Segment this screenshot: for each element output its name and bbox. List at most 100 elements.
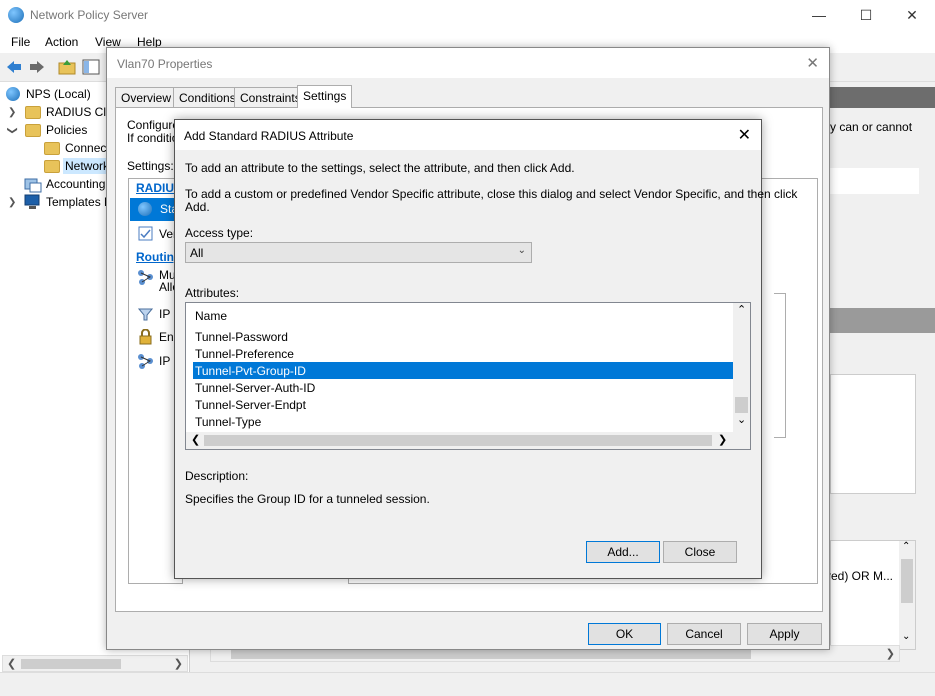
attributes-list[interactable]: Name Tunnel-Password Tunnel-Preference T… [185,302,751,450]
scroll-left-icon[interactable]: ❮ [7,657,16,670]
list-item-label: Tunnel-Preference [195,347,294,361]
list-item-label: Tunnel-Server-Endpt [195,398,306,412]
scroll-thumb[interactable] [901,559,913,603]
list-item-label: Tunnel-Type [195,415,262,429]
scroll-right-icon[interactable]: ❯ [886,647,895,660]
show-hide-tree-icon[interactable] [82,58,100,76]
up-folder-icon[interactable] [58,58,76,76]
close-button[interactable]: Close [663,541,737,563]
apply-button[interactable]: Apply [747,623,822,645]
settings-label: Settings: [127,159,174,173]
tab-constraints[interactable]: Constraints [234,87,307,107]
main-title-bar: Network Policy Server — ☐ ✕ [0,0,935,31]
list-item-label: Tunnel-Password [195,330,288,344]
tree-item-network-policies[interactable]: Network [63,158,112,174]
pane-header-bar [830,87,935,108]
tree-item-accounting[interactable]: Accounting [46,177,105,191]
list-item[interactable]: Tunnel-Server-Auth-ID [193,379,733,396]
add-radius-attribute-dialog: Add Standard RADIUS Attribute ✕ To add a… [174,119,797,579]
tree-item-templates[interactable]: Templates M [46,195,114,209]
scroll-right-icon[interactable]: ❯ [174,657,183,670]
add-button[interactable]: Add... [586,541,660,563]
list-item[interactable]: Tunnel-Preference [193,345,733,362]
main-window-title: Network Policy Server [30,8,149,22]
radius-standard-icon [138,202,152,216]
list-item[interactable]: Tunnel-Server-Endpt [193,396,733,413]
properties-title: Vlan70 Properties [117,57,213,71]
scroll-thumb[interactable] [231,649,751,659]
nps-app-icon [8,7,24,23]
scroll-down-icon[interactable]: ⌄ [737,413,746,426]
scroll-up-icon[interactable]: ⌃ [737,303,746,316]
scroll-thumb[interactable] [21,659,121,669]
list-item[interactable]: Tunnel-Password [193,328,733,345]
pane-detail-box [830,374,916,494]
scroll-right-icon[interactable]: ❯ [718,433,727,446]
scroll-up-icon[interactable]: ⌃ [902,541,910,552]
pane-condition-box: red) OR M... ⌃ ⌄ [827,540,916,650]
list-item-selected[interactable]: Tunnel-Pvt-Group-ID [193,362,733,379]
tab-conditions[interactable]: Conditions [173,87,242,107]
filter-funnel-icon [138,308,153,321]
list-item[interactable]: Tunnel-Type [193,413,733,430]
pane-section-bar [830,308,935,333]
access-type-value: All [190,246,204,260]
folder-icon [25,106,41,119]
collapse-chevron-icon[interactable]: ❯ [7,126,18,134]
access-type-select[interactable]: All ⌄ [185,242,532,263]
scroll-thumb[interactable] [204,435,712,446]
detail-frame [774,293,786,438]
cancel-button[interactable]: Cancel [667,623,741,645]
close-button[interactable]: ✕ [889,0,935,31]
attributes-horizontal-scrollbar[interactable]: ❮ ❯ [186,432,750,449]
forward-arrow-icon[interactable] [28,58,46,76]
minimize-button[interactable]: — [796,0,842,31]
multilink-icon [138,270,153,285]
tab-settings[interactable]: Settings [297,85,353,108]
scroll-thumb[interactable] [735,397,748,413]
ok-button[interactable]: OK [588,623,661,645]
menu-action[interactable]: Action [45,35,78,49]
accounting-icon [24,178,42,193]
vendor-instruction-text-2: Add. [185,200,210,214]
scroll-left-icon[interactable]: ❮ [191,433,200,446]
access-type-label: Access type: [185,226,254,240]
pane-list-box [830,168,919,194]
expand-chevron-icon[interactable]: ❯ [8,197,16,208]
tree-item-connection-policies[interactable]: Connec [65,141,106,155]
vendor-instruction-text: To add a custom or predefined Vendor Spe… [185,187,798,201]
scroll-down-icon[interactable]: ⌄ [902,631,910,642]
tree-item-policies[interactable]: Policies [46,123,87,137]
tree-horizontal-scrollbar[interactable]: ❮ ❯ [2,655,188,672]
properties-title-bar: Vlan70 Properties ✕ [107,48,829,78]
folder-icon [25,124,41,137]
close-icon[interactable]: ✕ [806,54,819,72]
dialog-title-bar: Add Standard RADIUS Attribute ✕ [175,120,761,150]
description-text: Specifies the Group ID for a tunneled se… [185,492,430,506]
list-item-label: Tunnel-Pvt-Group-ID [195,364,306,378]
tab-overview[interactable]: Overview [115,87,178,107]
list-item-label: Tunnel-Server-Auth-ID [195,381,316,395]
radius-group-header: RADIU [136,181,174,195]
ip-settings-icon [138,354,153,369]
back-arrow-icon[interactable] [5,58,23,76]
tree-item-nps-local[interactable]: NPS (Local) [26,87,91,101]
maximize-button[interactable]: ☐ [843,0,889,31]
instruction-text: To add an attribute to the settings, sel… [185,161,575,175]
tree-item-radius-clients[interactable]: RADIUS Clie [46,105,115,119]
close-icon[interactable]: ✕ [738,125,751,145]
expand-chevron-icon[interactable]: ❯ [8,107,16,118]
attributes-label: Attributes: [185,286,240,300]
pane-description-text: y can or cannot [830,120,913,134]
folder-icon [44,142,60,155]
configure-text: Configure [127,118,180,132]
dialog-title: Add Standard RADIUS Attribute [184,129,354,143]
pane-vertical-scrollbar[interactable]: ⌃ ⌄ [899,541,915,649]
chevron-down-icon: ⌄ [517,245,526,256]
menu-file[interactable]: File [11,35,30,49]
status-bar [0,672,935,696]
column-header-name[interactable]: Name [195,309,227,323]
attributes-vertical-scrollbar[interactable]: ⌃ ⌄ [733,303,750,432]
vendor-specific-icon [138,226,153,241]
folder-open-icon [44,160,60,173]
